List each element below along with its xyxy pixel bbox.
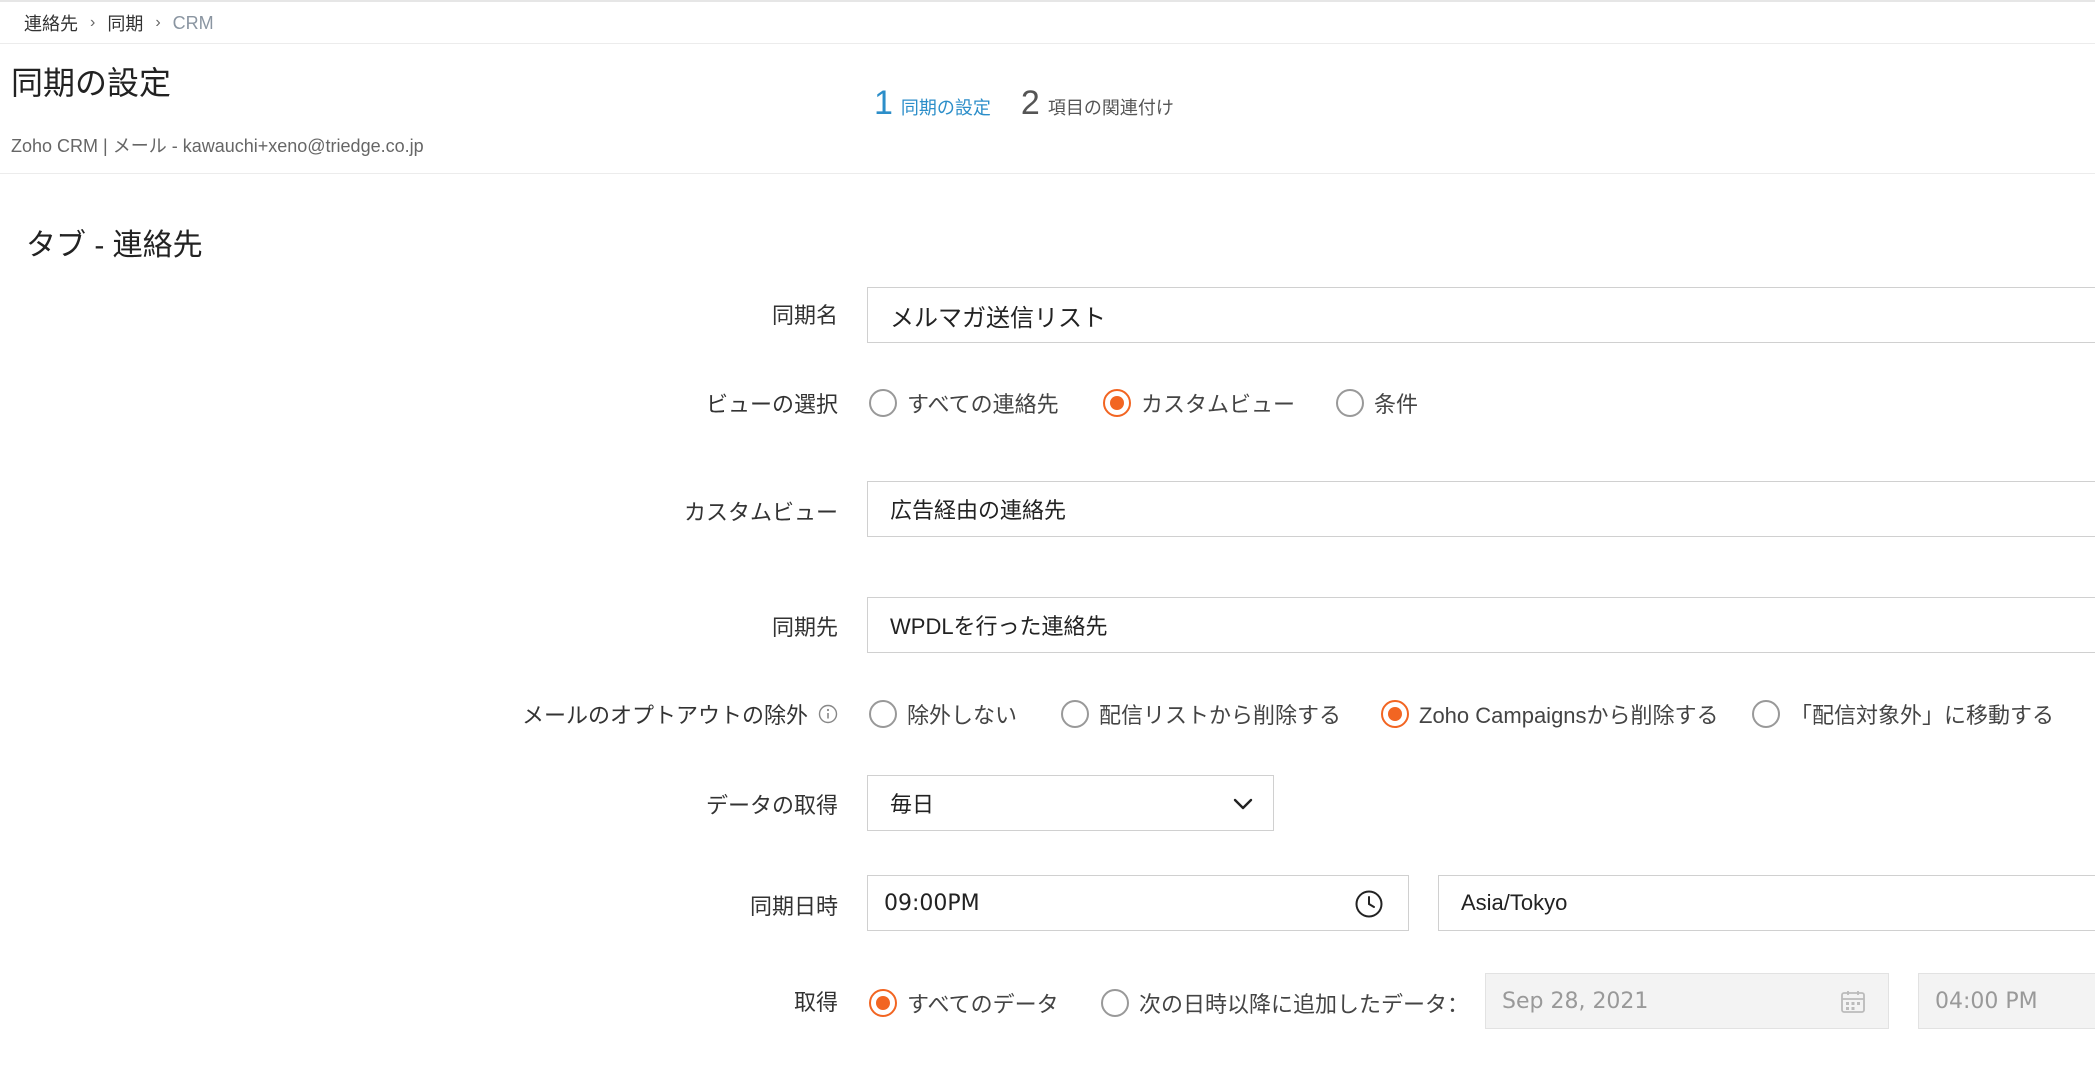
breadcrumb-divider: [0, 43, 2095, 44]
breadcrumb-separator: ›: [155, 14, 161, 31]
breadcrumb-item-contacts[interactable]: 連絡先: [24, 10, 78, 36]
radio-label: すべての連絡先: [907, 392, 1059, 417]
step-label: 同期の設定: [900, 98, 991, 118]
radio-custom-view[interactable]: カスタムビュー: [1103, 387, 1295, 419]
radio-circle: [1101, 989, 1129, 1017]
sync-target-field[interactable]: WPDLを行った連絡先: [867, 597, 2095, 653]
breadcrumb-item-crm: CRM: [172, 12, 214, 33]
radio-label: 次の日時以降に追加したデータ：: [1139, 992, 1470, 1017]
step-number: 2: [1020, 84, 1040, 122]
section-title: タブ - 連絡先: [26, 229, 203, 262]
timezone-field[interactable]: Asia/Tokyo: [1438, 875, 2095, 931]
fetch-time-value: 04:00 PM: [1935, 988, 2038, 1014]
radio-circle: [1061, 700, 1089, 728]
radio-circle: [869, 989, 897, 1017]
sync-name-value: メルマガ送信リスト: [890, 304, 1106, 332]
header-divider: [0, 173, 2095, 174]
data-fetch-label: データの取得: [705, 793, 838, 818]
fetch-label: 取得: [793, 990, 838, 1015]
sync-target-label: 同期先: [771, 615, 838, 640]
radio-label: 条件: [1374, 392, 1419, 417]
radio-label: カスタムビュー: [1141, 392, 1296, 417]
radio-circle: [1381, 700, 1409, 728]
sync-time-label: 同期日時: [749, 894, 838, 919]
sync-name-input[interactable]: メルマガ送信リスト: [867, 287, 2095, 343]
radio-circle: [869, 389, 897, 417]
calendar-icon[interactable]: [1840, 989, 1866, 1015]
radio-data-after-date[interactable]: 次の日時以降に追加したデータ：: [1101, 987, 1469, 1019]
fetch-date-value: Sep 28, 2021: [1502, 988, 1649, 1014]
sync-name-label: 同期名: [771, 303, 838, 328]
data-fetch-value: 毎日: [890, 792, 935, 817]
page-title: 同期の設定: [11, 65, 172, 101]
view-select-label: ビューの選択: [705, 392, 838, 417]
optout-label: メールのオプトアウトの除外: [522, 698, 838, 730]
radio-all-contacts[interactable]: すべての連絡先: [869, 387, 1059, 419]
radio-move-to-dnd[interactable]: 「配信対象外」に移動する: [1752, 698, 2054, 730]
radio-circle: [1103, 389, 1131, 417]
info-icon[interactable]: [818, 704, 838, 724]
sync-time-value: 09:00PM: [884, 890, 980, 916]
fetch-time-input[interactable]: 04:00 PM: [1918, 973, 2095, 1029]
timezone-value: Asia/Tokyo: [1461, 890, 1568, 915]
radio-label: Zoho Campaignsから削除する: [1419, 703, 1719, 728]
radio-label: すべてのデータ: [907, 992, 1059, 1017]
breadcrumb: 連絡先 › 同期 › CRM: [24, 10, 214, 36]
fetch-date-input[interactable]: Sep 28, 2021: [1485, 973, 1889, 1029]
breadcrumb-separator: ›: [90, 14, 96, 31]
step-label: 項目の関連付け: [1047, 98, 1174, 118]
radio-remove-from-campaigns[interactable]: Zoho Campaignsから削除する: [1381, 698, 1719, 730]
custom-view-value: 広告経由の連絡先: [890, 498, 1067, 523]
step-number: 1: [874, 84, 893, 122]
radio-circle: [1752, 700, 1780, 728]
top-divider: [0, 0, 2095, 2]
custom-view-label: カスタムビュー: [683, 500, 838, 525]
radio-no-exclude[interactable]: 除外しない: [869, 698, 1017, 730]
clock-icon[interactable]: [1354, 889, 1384, 919]
step-sync-settings[interactable]: 1 同期の設定: [874, 86, 991, 120]
sync-settings-page: 連絡先 › 同期 › CRM 同期の設定 Zoho CRM | メール - ka…: [0, 0, 2095, 1065]
breadcrumb-item-sync[interactable]: 同期: [107, 10, 143, 36]
custom-view-field[interactable]: 広告経由の連絡先: [867, 481, 2095, 537]
radio-label: 「配信対象外」に移動する: [1790, 703, 2055, 728]
step-field-mapping[interactable]: 2 項目の関連付け: [1021, 86, 1174, 120]
wizard-steps: 1 同期の設定 2 項目の関連付け: [874, 86, 1204, 120]
sync-target-value: WPDLを行った連絡先: [890, 614, 1108, 639]
chevron-down-icon: [1233, 798, 1253, 810]
radio-circle: [869, 700, 897, 728]
data-fetch-select[interactable]: 毎日: [867, 775, 1274, 831]
radio-remove-from-list[interactable]: 配信リストから削除する: [1061, 698, 1341, 730]
page-subtitle: Zoho CRM | メール - kawauchi+xeno@triedge.c…: [11, 136, 424, 156]
optout-label-text: メールのオプトアウトの除外: [521, 703, 808, 728]
radio-circle: [1336, 389, 1364, 417]
sync-time-input[interactable]: 09:00PM: [867, 875, 1409, 931]
radio-label: 除外しない: [907, 703, 1018, 728]
radio-label: 配信リストから削除する: [1099, 703, 1342, 728]
radio-all-data[interactable]: すべてのデータ: [869, 987, 1059, 1019]
radio-condition[interactable]: 条件: [1336, 387, 1418, 419]
